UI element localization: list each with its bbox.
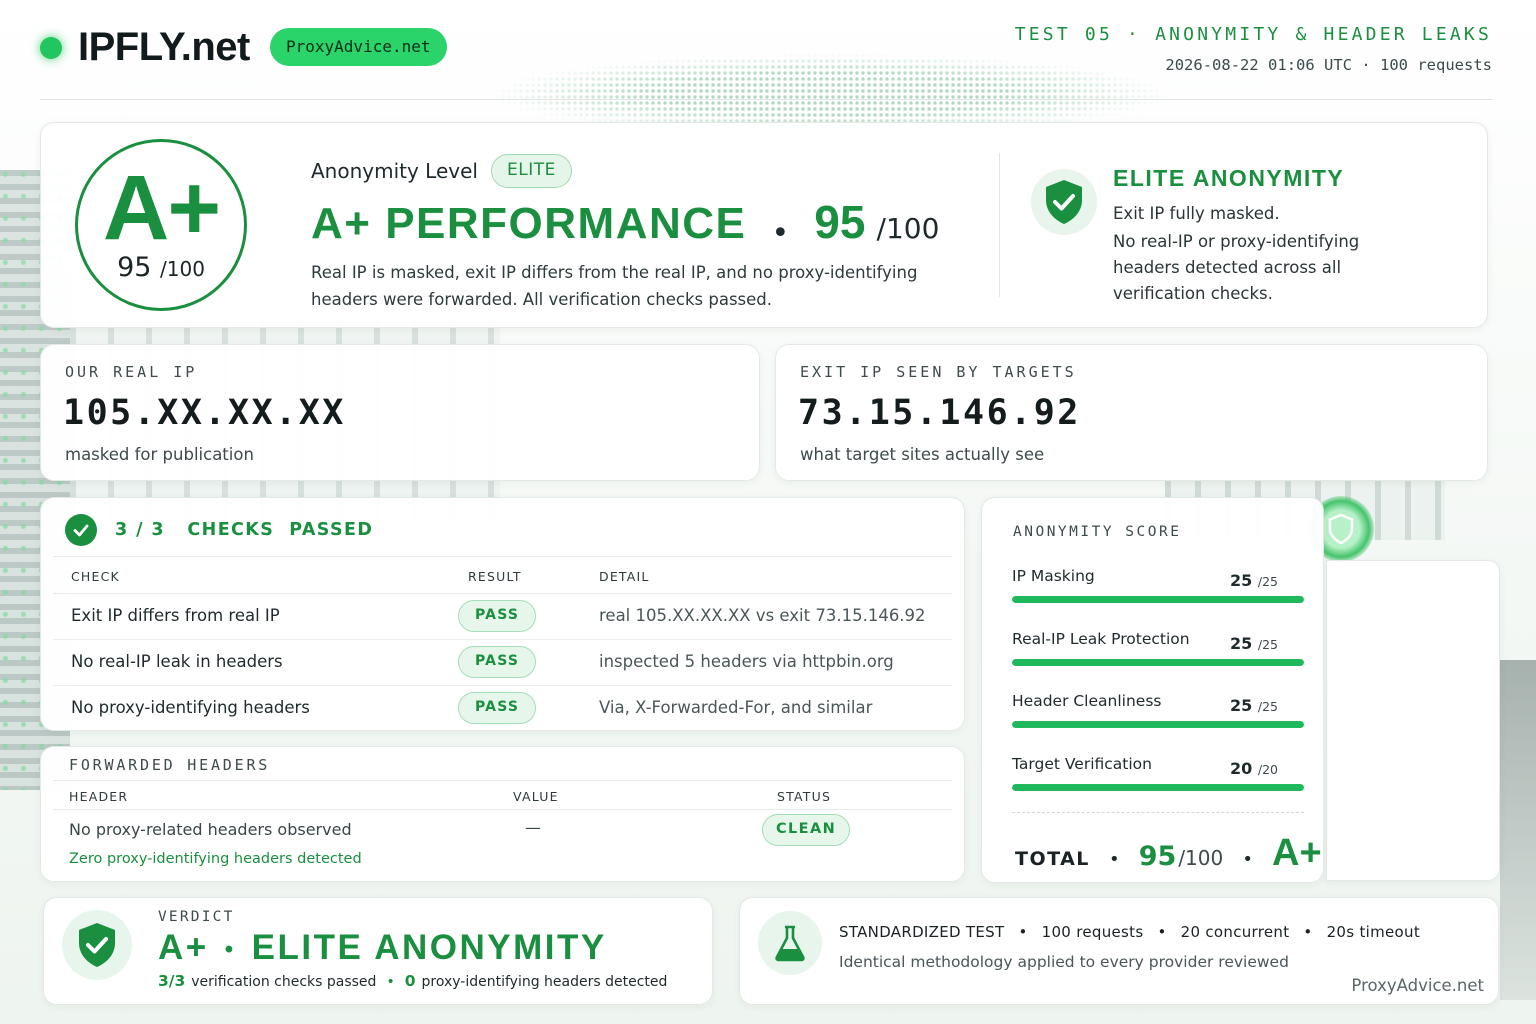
real-ip-card: OUR REAL IP 105.XX.XX.XX masked for publ… (40, 344, 760, 481)
forwarded-table-header: HEADER VALUE STATUS (53, 780, 952, 810)
table-row: No proxy-identifying headers PASS Via, X… (53, 686, 952, 732)
score-row: Real-IP Leak Protection 25 /25 (1012, 630, 1304, 670)
test-meta: 2026-08-22 01:06 UTC · 100 requests (1165, 56, 1492, 74)
table-row: Exit IP differs from real IP PASS real 1… (53, 594, 952, 640)
performance-description: Real IP is masked, exit IP differs from … (311, 263, 918, 309)
col-value: VALUE (513, 789, 559, 804)
forwarded-row-header: No proxy-related headers observed (69, 820, 352, 839)
brand-logo: IPFLY.net (78, 25, 250, 69)
score-fill (1012, 721, 1304, 728)
real-ip-label: OUR REAL IP (65, 363, 198, 381)
shield-check-icon (62, 910, 132, 980)
summary-card: A+ 95 /100 Anonymity Level ELITE A+ PERF… (40, 122, 1488, 328)
status-dot-icon (40, 37, 62, 59)
elite-anonymity-desc: Exit IP fully masked. No real-IP or prox… (1113, 204, 1360, 303)
grade-badge: A+ 95 /100 (75, 139, 247, 311)
score-fill (1012, 784, 1304, 791)
check-circle-icon (65, 514, 97, 546)
summary-divider (999, 153, 1000, 297)
pass-badge: PASS (458, 692, 537, 724)
performance-score: 95 (814, 196, 866, 248)
col-detail: DETAIL (599, 569, 650, 584)
side-panel (1326, 560, 1500, 881)
methodology-card: STANDARDIZED TEST • 100 requests • 20 concur… (739, 897, 1499, 1005)
footer-brand: ProxyAdvice.net (1351, 976, 1484, 995)
anonymity-level-label: Anonymity Level (311, 159, 478, 183)
forwarded-row-value: — (525, 818, 541, 837)
checks-title: 3 / 3 CHECKS PASSED (115, 520, 374, 540)
verdict-card: VERDICT A+ • ELITE ANONYMITY 3/3 verificati… (43, 897, 713, 1005)
exit-ip-sub: what target sites actually see (800, 445, 1045, 464)
elite-anonymity-title: ELITE ANONYMITY (1113, 165, 1345, 191)
score-fill (1012, 596, 1304, 603)
checks-table-header: CHECK RESULT DETAIL (53, 556, 952, 594)
score-row: Header Cleanliness 25 /25 (1012, 692, 1304, 732)
verdict-label: VERDICT (158, 909, 235, 925)
verdict-summary: 3/3 verification checks passed • 0 proxy-ide… (158, 972, 668, 990)
anonymity-score-card: ANONYMITY SCORE IP Masking 25 /25 Real-I… (981, 497, 1324, 883)
anonymity-score-title: ANONYMITY SCORE (1013, 524, 1182, 540)
real-ip-sub: masked for publication (65, 445, 254, 464)
methodology-specs: STANDARDIZED TEST • 100 requests • 20 concur… (839, 923, 1421, 941)
forwarded-headers-title: FORWARDED HEADERS (69, 756, 271, 774)
test-title: TEST 05 · ANONYMITY & HEADER LEAKS (1014, 24, 1492, 45)
table-row: No real-IP leak in headers PASS inspecte… (53, 640, 952, 686)
pass-badge: PASS (458, 646, 537, 678)
score-fill (1012, 659, 1304, 666)
header-divider (40, 99, 1492, 100)
score-row: IP Masking 25 /25 (1012, 567, 1304, 607)
performance-headline: A+ PERFORMANCE • 95 /100 (311, 196, 940, 251)
col-result: RESULT (468, 569, 522, 584)
col-check: CHECK (71, 569, 120, 584)
flask-icon (758, 911, 822, 975)
grade-letter: A+ (102, 157, 221, 259)
exit-ip-card: EXIT IP SEEN BY TARGETS 73.15.146.92 wha… (775, 344, 1488, 481)
checks-table-body: Exit IP differs from real IP PASS real 1… (53, 594, 952, 732)
exit-ip-label: EXIT IP SEEN BY TARGETS (800, 363, 1077, 381)
forwarded-headers-card: FORWARDED HEADERS HEADER VALUE STATUS No… (40, 746, 965, 882)
col-status: STATUS (777, 789, 832, 804)
exit-ip-value: 73.15.146.92 (798, 393, 1081, 433)
score-separator (1012, 812, 1304, 813)
pass-badge: PASS (458, 600, 537, 632)
forwarded-note: Zero proxy-identifying headers detected (69, 851, 362, 867)
clean-badge: CLEAN (762, 814, 851, 846)
shield-check-icon (1031, 169, 1097, 235)
checks-card: 3 / 3 CHECKS PASSED CHECK RESULT DETAIL … (40, 497, 965, 731)
source-pill: ProxyAdvice.net (270, 28, 447, 66)
real-ip-value: 105.XX.XX.XX (63, 393, 346, 433)
total-score: TOTAL • 95/100 • A+ (1015, 832, 1322, 874)
page-header: IPFLY.net ProxyAdvice.net TEST 05 · ANON… (40, 22, 1492, 102)
score-row: Target Verification 20 /20 (1012, 755, 1304, 795)
verdict-title: A+ • ELITE ANONYMITY (158, 928, 607, 967)
col-header: HEADER (69, 789, 129, 804)
level-badge: ELITE (491, 154, 572, 188)
performance-denom: /100 (876, 212, 940, 245)
methodology-note: Identical methodology applied to every p… (839, 953, 1289, 971)
laptop-decoration (1500, 660, 1536, 1000)
performance-title: A+ PERFORMANCE (311, 199, 747, 248)
